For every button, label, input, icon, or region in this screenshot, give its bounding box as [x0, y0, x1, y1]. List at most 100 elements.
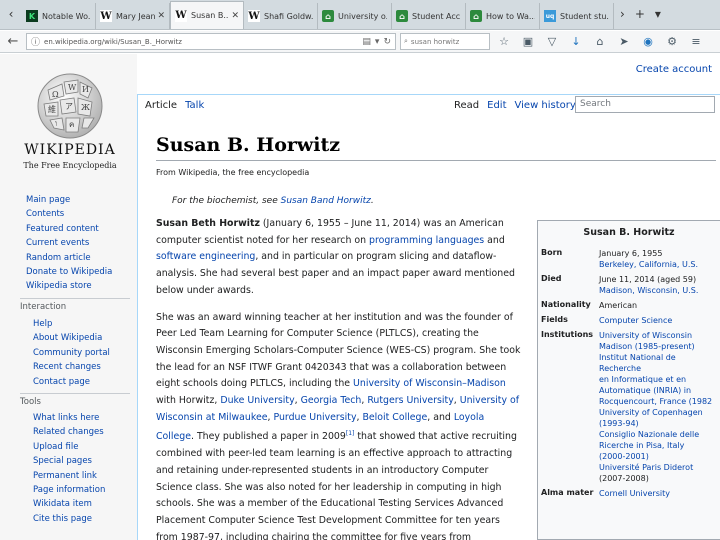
- link-institution[interactable]: Institut National de Recherche: [599, 352, 717, 374]
- link-institution[interactable]: University of Copenhagen: [599, 407, 717, 418]
- link-uw-madison[interactable]: University of Wisconsin–Madison: [353, 378, 506, 389]
- close-tab-icon[interactable]: ✕: [157, 11, 165, 21]
- tab-view-history[interactable]: View history: [511, 98, 580, 114]
- sidebar-item-what-links-here[interactable]: What links here: [33, 411, 105, 425]
- sidebar-item-about[interactable]: About Wikipedia: [33, 331, 110, 345]
- subject-name: Susan Beth Horwitz: [156, 218, 260, 229]
- link-institution[interactable]: en Informatique et en: [599, 374, 717, 385]
- star-icon[interactable]: ☆: [494, 35, 514, 48]
- died-date: June 11, 2014 (aged 59): [599, 275, 697, 284]
- tab-talk[interactable]: Talk: [181, 98, 208, 114]
- browser-tab[interactable]: ⌂ University o...: [318, 3, 392, 29]
- svg-text:W: W: [68, 83, 77, 92]
- link-institution[interactable]: Automatique (INRIA) in: [599, 385, 717, 396]
- close-tab-icon[interactable]: ✕: [231, 11, 239, 21]
- link-madison[interactable]: Madison, Wisconsin, U.S.: [599, 285, 717, 296]
- download-icon[interactable]: ↓: [566, 35, 586, 48]
- dropdown-icon[interactable]: ▾: [375, 37, 380, 47]
- chat-icon[interactable]: ◉: [638, 35, 658, 48]
- link-institution[interactable]: Ricerche in Pisa, Italy: [599, 440, 717, 451]
- browser-tab[interactable]: ⌂ Student Acc...: [392, 3, 466, 29]
- link-duke[interactable]: Duke University: [220, 395, 294, 406]
- sidebar-item-current-events[interactable]: Current events: [26, 236, 112, 250]
- tab-list-chevron-down-icon[interactable]: ▾: [655, 7, 661, 21]
- sidebar-item-recent-changes[interactable]: Recent changes: [33, 360, 110, 374]
- tab-title: How to Wa...: [486, 11, 535, 21]
- infobox-value: Computer Science: [599, 315, 717, 326]
- browser-search-box[interactable]: ⌕ susan horwitz: [400, 33, 490, 50]
- paragraph-1: Susan Beth Horwitz (January 6, 1955 – Ju…: [156, 216, 524, 300]
- wikipedia-wordmark[interactable]: WIKIPEDIA: [0, 142, 140, 158]
- browser-tab-active[interactable]: W Susan B... ✕: [170, 1, 244, 29]
- back-icon[interactable]: ←: [4, 34, 22, 49]
- sidebar-item-donate[interactable]: Donate to Wikipedia: [26, 265, 112, 279]
- browser-tab[interactable]: W Mary Jean ... ✕: [96, 3, 170, 29]
- hatnote-link[interactable]: Susan Band Horwitz: [281, 196, 371, 206]
- link-institution[interactable]: (2000-2001): [599, 451, 717, 462]
- sidebar-item-page-information[interactable]: Page information: [33, 483, 105, 497]
- info-icon[interactable]: ⓘ: [31, 35, 40, 48]
- browser-nav-bar: ← ⓘ en.wikipedia.org/wiki/Susan_B._Horwi…: [0, 31, 720, 53]
- link-computer-science[interactable]: Computer Science: [599, 315, 717, 326]
- sidebar-item-cite-page[interactable]: Cite this page: [33, 512, 105, 526]
- link-georgia-tech[interactable]: Georgia Tech: [301, 395, 362, 406]
- sidebar-item-contact[interactable]: Contact page: [33, 375, 110, 389]
- sidebar-item-permanent-link[interactable]: Permanent link: [33, 469, 105, 483]
- wiki-search-input[interactable]: Search: [575, 96, 715, 113]
- settings-icon[interactable]: ⚙: [662, 35, 682, 48]
- reader-view-icon[interactable]: ▤: [362, 37, 371, 47]
- tab-edit[interactable]: Edit: [483, 98, 510, 114]
- paragraph-2: She was an award winning teacher at her …: [156, 310, 524, 540]
- link-institution[interactable]: (1993-94): [599, 418, 717, 429]
- sidebar-item-related-changes[interactable]: Related changes: [33, 425, 105, 439]
- sidebar-item-upload-file[interactable]: Upload file: [33, 440, 105, 454]
- tab-read[interactable]: Read: [450, 98, 484, 114]
- title-divider: [156, 160, 716, 161]
- link-rutgers[interactable]: Rutgers University: [367, 395, 453, 406]
- tab-favicon-icon: uq: [544, 10, 556, 22]
- link-cornell[interactable]: Cornell University: [599, 488, 717, 499]
- sidebar-item-random-article[interactable]: Random article: [26, 251, 112, 265]
- browser-tab[interactable]: K Notable Wo...: [22, 3, 96, 29]
- new-tab-icon[interactable]: +: [635, 7, 645, 21]
- home-icon[interactable]: ⌂: [590, 35, 610, 48]
- sidebar-item-contents[interactable]: Contents: [26, 207, 112, 221]
- link-software-engineering[interactable]: software engineering: [156, 251, 255, 262]
- infobox: Susan B. Horwitz Born January 6, 1955 Ber…: [537, 220, 720, 540]
- sidebar-item-special-pages[interactable]: Special pages: [33, 454, 105, 468]
- tab-scroll-right-icon[interactable]: ›: [620, 7, 625, 21]
- sidebar-item-wikidata-item[interactable]: Wikidata item: [33, 497, 105, 511]
- sidebar-item-main-page[interactable]: Main page: [26, 193, 112, 207]
- send-icon[interactable]: ➤: [614, 35, 634, 48]
- link-institution[interactable]: Consiglio Nazionale delle: [599, 429, 717, 440]
- create-account-link[interactable]: Create account: [636, 64, 712, 75]
- sidebar-item-help[interactable]: Help: [33, 317, 110, 331]
- sidebar-item-store[interactable]: Wikipedia store: [26, 279, 112, 293]
- link-programming-languages[interactable]: programming languages: [369, 235, 484, 246]
- browser-tab[interactable]: uq Student stu...: [540, 3, 614, 29]
- browser-tab[interactable]: W Shafi Goldw...: [244, 3, 318, 29]
- infobox-label: Alma mater: [541, 488, 594, 497]
- menu-icon[interactable]: ≡: [686, 35, 706, 48]
- link-beloit[interactable]: Beloit College: [362, 412, 427, 423]
- sidebar-item-featured-content[interactable]: Featured content: [26, 222, 112, 236]
- infobox-row-fields: Fields Computer Science: [538, 313, 720, 328]
- link-berkeley[interactable]: Berkeley, California, U.S.: [599, 259, 717, 270]
- link-institution[interactable]: Université Paris Diderot: [599, 462, 717, 473]
- browser-tab[interactable]: ⌂ How to Wa...: [466, 3, 540, 29]
- wikipedia-globe-logo-icon[interactable]: Ω W И 維 ア Ж ו ค: [28, 70, 112, 140]
- link-institution[interactable]: Rocquencourt, France (1982: [599, 396, 717, 407]
- svg-text:И: И: [82, 85, 89, 94]
- clipboard-icon[interactable]: ▣: [518, 35, 538, 48]
- sidebar-divider: [20, 393, 130, 394]
- tab-article[interactable]: Article: [141, 98, 182, 114]
- tab-scroll-left-icon[interactable]: ‹: [0, 0, 22, 29]
- link-purdue[interactable]: Purdue University: [273, 412, 356, 423]
- reload-icon[interactable]: ↻: [383, 37, 391, 47]
- url-bar[interactable]: ⓘ en.wikipedia.org/wiki/Susan_B._Horwitz…: [26, 33, 396, 50]
- pocket-icon[interactable]: ▽: [542, 35, 562, 48]
- tab-favicon-icon: ⌂: [396, 10, 408, 22]
- sidebar-item-community-portal[interactable]: Community portal: [33, 346, 110, 360]
- link-institution[interactable]: Madison (1985-present): [599, 341, 717, 352]
- link-institution[interactable]: University of Wisconsin: [599, 330, 717, 341]
